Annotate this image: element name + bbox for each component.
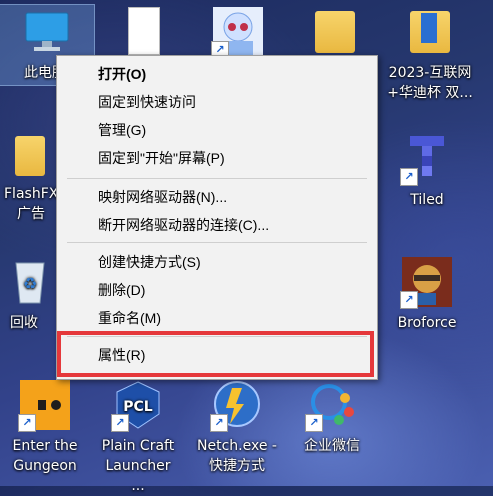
desktop-icon-recycle-bin[interactable]: ♻ 回收 xyxy=(0,255,60,333)
desktop-icon-label: Netch.exe - 快捷方式 xyxy=(197,438,277,474)
shortcut-arrow-icon: ↗ xyxy=(400,291,418,309)
folder-icon xyxy=(403,5,457,59)
desktop-icon-label: Plain Craft Launcher ... xyxy=(101,438,175,494)
desktop-icon-tiled[interactable]: ↗ Tiled xyxy=(387,132,467,210)
desktop[interactable]: 此电脑 ↗ 2023-互联网+华迪杯 双... FlashFX 广告 ↗ Til… xyxy=(0,0,493,494)
menu-item-open[interactable]: 打开(O) xyxy=(57,61,377,87)
desktop-icon-label: 企业微信 xyxy=(304,438,360,454)
desktop-icon-label: 回收 xyxy=(10,315,38,331)
computer-icon xyxy=(20,5,74,59)
gungeon-icon: ↗ xyxy=(18,378,72,432)
broforce-icon: ↗ xyxy=(400,255,454,309)
pcl-icon: PCL ↗ xyxy=(111,378,165,432)
menu-separator xyxy=(67,178,367,179)
netch-icon: ↗ xyxy=(210,378,264,432)
svg-text:♻: ♻ xyxy=(23,274,37,293)
desktop-icon-netch[interactable]: ↗ Netch.exe - 快捷方式 xyxy=(197,378,277,476)
shortcut-arrow-icon: ↗ xyxy=(18,414,36,432)
menu-item-delete[interactable]: 删除(D) xyxy=(57,277,377,303)
menu-item-rename[interactable]: 重命名(M) xyxy=(57,305,377,331)
menu-separator xyxy=(67,242,367,243)
folder-icon xyxy=(10,132,50,180)
shortcut-arrow-icon: ↗ xyxy=(111,414,129,432)
shortcut-arrow-icon: ↗ xyxy=(400,168,418,186)
recycle-bin-icon: ♻ xyxy=(8,255,52,309)
shortcut-arrow-icon: ↗ xyxy=(305,414,323,432)
desktop-icon-label: Tiled xyxy=(410,192,444,208)
tiled-icon: ↗ xyxy=(400,132,454,186)
desktop-icon-flashfxp[interactable]: FlashFX 广告 xyxy=(0,132,60,224)
desktop-icon-label: 2023-互联网+华迪杯 双... xyxy=(387,65,473,101)
menu-item-manage[interactable]: 管理(G) xyxy=(57,117,377,143)
svg-text:PCL: PCL xyxy=(123,399,153,415)
desktop-icon-broforce[interactable]: ↗ Broforce xyxy=(387,255,467,333)
folder-icon xyxy=(308,5,362,59)
anime-character-icon: ↗ xyxy=(211,5,265,59)
desktop-icon-label: FlashFX 广告 xyxy=(4,186,59,222)
menu-item-map-network-drive[interactable]: 映射网络驱动器(N)... xyxy=(57,184,377,210)
menu-item-disconnect-network-drive[interactable]: 断开网络驱动器的连接(C)... xyxy=(57,212,377,238)
menu-item-pin-start[interactable]: 固定到"开始"屏幕(P) xyxy=(57,145,377,171)
shortcut-arrow-icon: ↗ xyxy=(210,414,228,432)
menu-item-create-shortcut[interactable]: 创建快捷方式(S) xyxy=(57,249,377,275)
desktop-icon-folder-2023[interactable]: 2023-互联网+华迪杯 双... xyxy=(380,5,480,103)
highlight-box xyxy=(57,331,374,377)
desktop-icon-wecom[interactable]: ↗ 企业微信 xyxy=(292,378,372,456)
document-icon xyxy=(116,5,170,59)
desktop-icon-label: Enter the Gungeon xyxy=(12,438,78,474)
wecom-icon: ↗ xyxy=(305,378,359,432)
menu-item-pin-quick-access[interactable]: 固定到快速访问 xyxy=(57,89,377,115)
desktop-icon-enter-the-gungeon[interactable]: ↗ Enter the Gungeon xyxy=(5,378,85,476)
desktop-icon-label: Broforce xyxy=(397,315,457,331)
desktop-icon-plain-craft-launcher[interactable]: PCL ↗ Plain Craft Launcher ... xyxy=(98,378,178,496)
